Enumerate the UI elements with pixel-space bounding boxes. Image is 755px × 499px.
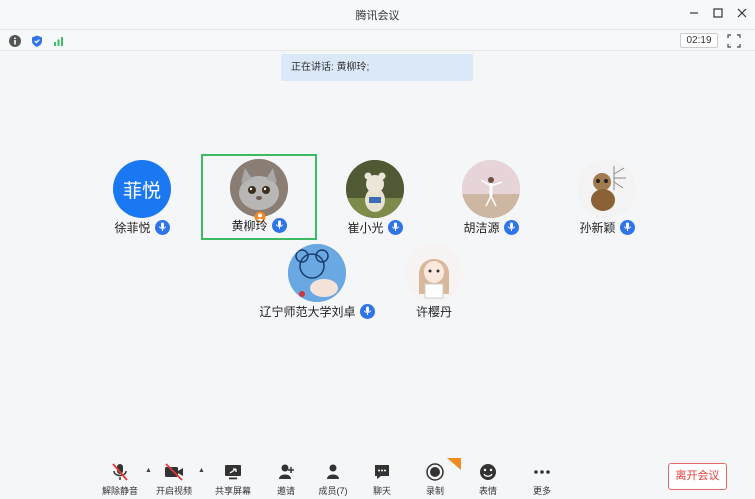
participant-tile[interactable]: 胡洁源 <box>433 156 549 242</box>
share-screen-label: 共享屏幕 <box>214 486 251 496</box>
microphone-icon <box>359 303 375 319</box>
record-icon <box>426 463 444 481</box>
participant-tile[interactable]: 许樱丹 <box>376 240 492 326</box>
chat-button[interactable]: 聊天 <box>355 457 409 499</box>
video-options-caret[interactable]: ▲ <box>198 467 206 475</box>
leave-meeting-button[interactable]: 离开会议 <box>668 463 727 490</box>
close-icon <box>737 8 747 18</box>
participant-tile[interactable]: 菲悦 徐菲悦 <box>84 156 200 242</box>
title-bar: 腾讯会议 <box>0 0 755 28</box>
camera-off-icon <box>165 463 183 481</box>
participant-name: 胡洁源 <box>463 220 500 235</box>
more-icon <box>534 470 550 474</box>
participant-tile[interactable]: 孙新颖 <box>549 156 665 242</box>
close-button[interactable] <box>733 4 751 22</box>
meeting-timer: 02:19 <box>680 33 718 48</box>
record-badge-icon <box>447 458 461 470</box>
participant-name: 许樱丹 <box>415 304 452 319</box>
microphone-icon <box>619 219 635 235</box>
invite-button[interactable]: 邀请 <box>259 457 313 499</box>
mouse-cartoon-photo <box>288 244 346 302</box>
panda-photo <box>578 160 636 218</box>
microphone-icon <box>387 219 403 235</box>
meeting-toolbar: 解除静音 ▲ 开启视频 ▲ 共享屏幕 邀请 成员(7) 聊天 录制 表情 更多 <box>0 457 755 499</box>
chat-icon <box>375 465 389 479</box>
members-button[interactable]: 成员(7) <box>306 457 360 499</box>
share-screen-icon <box>225 465 241 480</box>
more-label: 更多 <box>532 486 551 496</box>
members-icon <box>327 464 339 479</box>
start-video-label: 开启视频 <box>155 486 192 496</box>
participant-tile[interactable]: 崔小光 <box>317 156 433 242</box>
status-bar: 02:19 <box>0 29 755 51</box>
shield-icon[interactable] <box>31 35 43 47</box>
maximize-button[interactable] <box>709 4 727 22</box>
members-label: 成员(7) <box>318 486 348 496</box>
microphone-icon <box>271 217 287 233</box>
avatar <box>346 160 404 218</box>
bear-photo <box>346 160 404 218</box>
minimize-button[interactable] <box>685 4 703 22</box>
avatar: 菲悦 <box>113 160 171 218</box>
cat-photo <box>230 159 288 217</box>
participant-tile-active[interactable]: 黄柳玲 <box>201 154 317 240</box>
window-title: 腾讯会议 <box>355 10 400 22</box>
participant-name: 黄柳玲 <box>231 218 268 233</box>
record-label: 录制 <box>425 486 444 496</box>
avatar <box>462 160 520 218</box>
avatar <box>405 244 463 302</box>
emoji-button[interactable]: 表情 <box>461 457 515 499</box>
info-icon[interactable] <box>9 35 21 47</box>
microphone-muted-icon <box>112 463 128 481</box>
emoji-icon <box>480 464 496 480</box>
invite-user-icon <box>279 464 294 479</box>
fullscreen-icon[interactable] <box>727 34 741 48</box>
avatar <box>230 159 288 217</box>
participant-tile[interactable]: 辽宁师范大学刘卓 <box>259 240 375 326</box>
avatar <box>288 244 346 302</box>
start-video-button[interactable]: 开启视频 <box>147 457 201 499</box>
avatar <box>578 160 636 218</box>
participant-name: 崔小光 <box>347 220 384 235</box>
chat-label: 聊天 <box>372 486 391 496</box>
participant-name: 孙新颖 <box>579 220 616 235</box>
speaking-banner: 正在讲话: 黄柳玲; <box>281 54 473 81</box>
dancer-photo <box>462 160 520 218</box>
participant-name: 徐菲悦 <box>114 220 151 235</box>
participant-name: 辽宁师范大学刘卓 <box>259 304 356 319</box>
share-screen-button[interactable]: 共享屏幕 <box>206 457 260 499</box>
minimize-icon <box>690 12 698 14</box>
girl-cartoon-photo <box>405 244 463 302</box>
unmute-button[interactable]: 解除静音 <box>93 457 147 499</box>
microphone-icon <box>503 219 519 235</box>
maximize-icon <box>713 8 723 18</box>
microphone-icon <box>154 219 170 235</box>
signal-icon[interactable] <box>53 35 65 47</box>
invite-label: 邀请 <box>276 486 295 496</box>
emoji-label: 表情 <box>478 486 497 496</box>
more-button[interactable]: 更多 <box>515 457 569 499</box>
avatar-initials: 菲悦 <box>122 180 161 202</box>
unmute-label: 解除静音 <box>101 486 138 496</box>
